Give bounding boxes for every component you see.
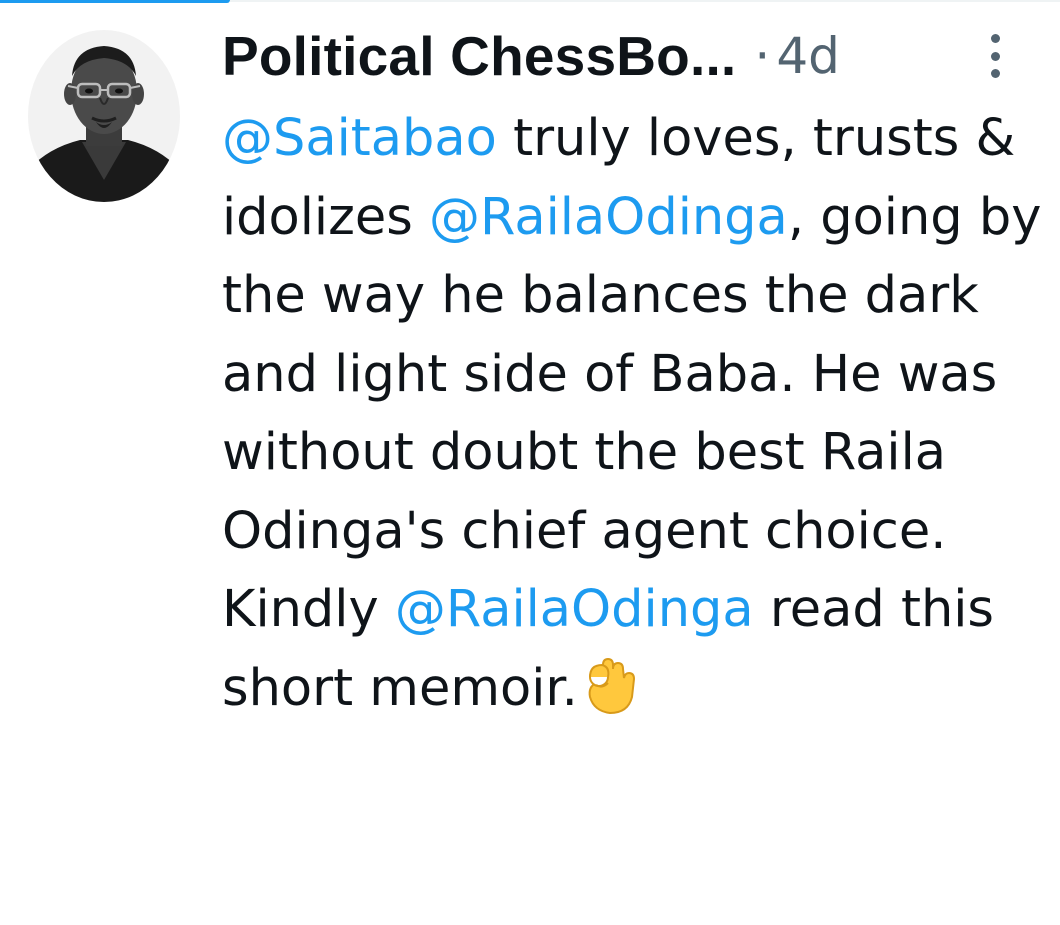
mention-link[interactable]: @RailaOdinga <box>429 188 788 247</box>
header-separator: · <box>754 27 771 85</box>
tweet-header: Political ChessBo... · 4d <box>222 20 840 92</box>
mention-link[interactable]: @RailaOdinga <box>395 580 754 639</box>
avatar[interactable] <box>28 30 180 202</box>
more-options-button[interactable] <box>978 30 1012 82</box>
more-dot <box>990 34 1000 43</box>
more-dot <box>990 69 1000 78</box>
more-dot <box>990 51 1000 61</box>
top-accent-bar <box>0 0 230 3</box>
mention-link[interactable]: @Saitabao <box>222 109 497 168</box>
tweet-text: @Saitabao truly loves, trusts & idolizes… <box>222 100 1042 738</box>
top-divider <box>230 0 1060 2</box>
avatar-photo <box>28 30 180 202</box>
ok-hand-emoji-icon <box>582 653 638 739</box>
timestamp[interactable]: 4d <box>776 27 840 85</box>
author-name[interactable]: Political ChessBo... <box>222 24 736 88</box>
tweet-text-segment: , going by the way he balances the dark … <box>222 187 1042 640</box>
